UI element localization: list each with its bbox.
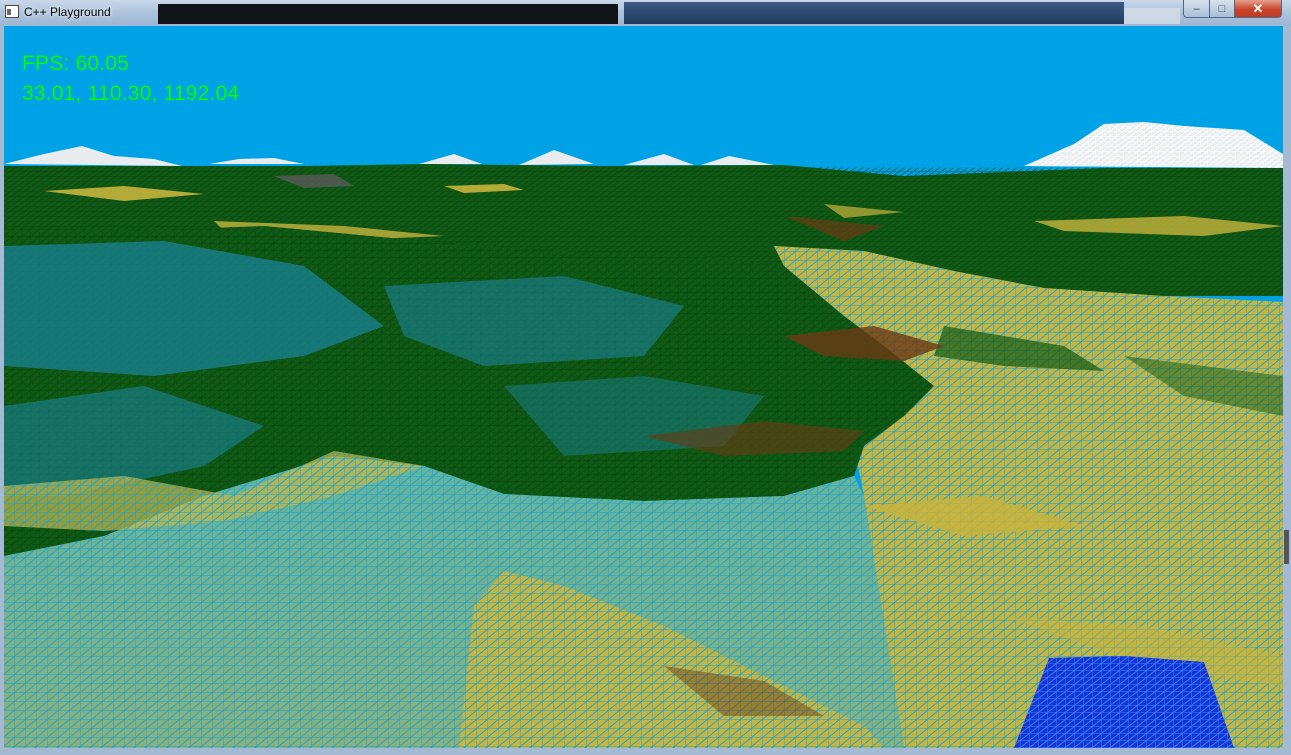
window-frame-bottom xyxy=(0,748,1291,755)
background-window-light xyxy=(1124,8,1180,24)
close-icon: ✕ xyxy=(1252,0,1264,16)
maximize-button[interactable]: □ xyxy=(1209,0,1235,18)
resize-grip[interactable] xyxy=(1284,530,1289,564)
console-window-icon[interactable] xyxy=(5,5,19,18)
camera-position-readout: 33.01, 110.30, 1192.04 xyxy=(22,82,240,105)
snow-peaks xyxy=(4,122,1283,168)
minimize-button[interactable]: – xyxy=(1183,0,1210,18)
fps-counter: FPS: 60.05 xyxy=(22,52,130,75)
background-window-dark xyxy=(158,4,618,24)
window-title: C++ Playground xyxy=(24,5,111,19)
minimize-icon: – xyxy=(1193,2,1200,15)
window-frame-right xyxy=(1283,26,1291,755)
maximize-icon: □ xyxy=(1218,2,1226,15)
render-viewport[interactable]: FPS: 60.05 33.01, 110.30, 1192.04 xyxy=(4,26,1283,748)
terrain-render xyxy=(4,122,1283,748)
close-button[interactable]: ✕ xyxy=(1234,0,1282,18)
background-window-bar xyxy=(624,2,1124,24)
window-title-bar[interactable]: C++ Playground – □ ✕ xyxy=(0,0,1291,26)
